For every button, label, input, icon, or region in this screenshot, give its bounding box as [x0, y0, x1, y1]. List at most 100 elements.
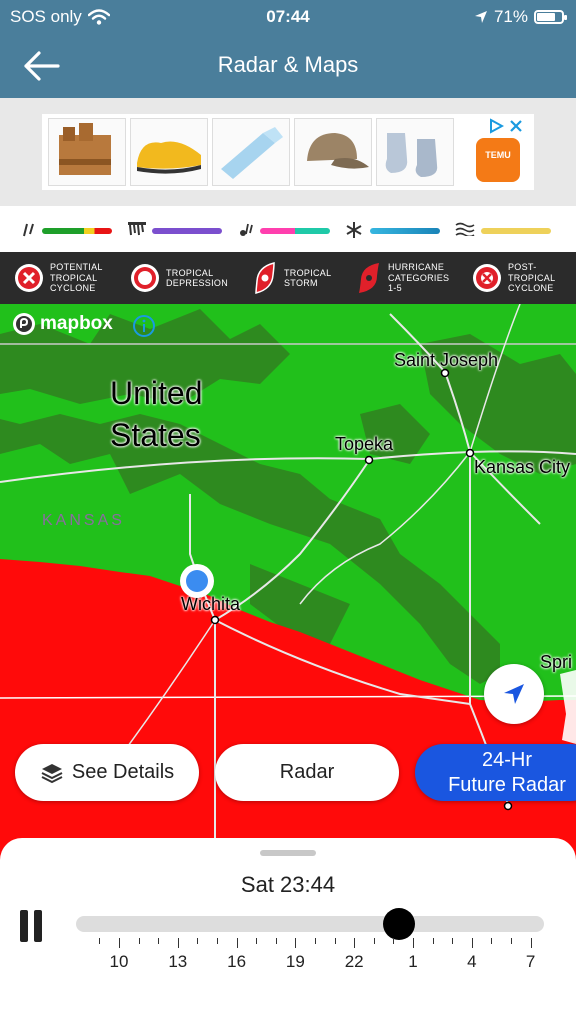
- ad-controls[interactable]: [488, 118, 524, 138]
- mix-scale: [260, 228, 330, 234]
- sheet-handle[interactable]: [260, 850, 316, 856]
- battery-icon: [534, 10, 567, 24]
- post-tropical-cyclone-icon: [473, 264, 501, 292]
- timeline-hour-label: 22: [344, 952, 364, 971]
- ad-brand-logo[interactable]: TEMU: [476, 138, 520, 182]
- snow-scale: [370, 228, 440, 234]
- radar-button[interactable]: Radar: [215, 744, 399, 801]
- ad-content[interactable]: TEMU: [42, 114, 534, 190]
- timeline-tick: [354, 938, 356, 948]
- timeline-tick: [217, 938, 218, 944]
- ad-close-icon[interactable]: [508, 118, 524, 134]
- tropical-depression-icon: [131, 264, 159, 292]
- timeline-track[interactable]: [76, 916, 544, 932]
- timeline-tick: [315, 938, 316, 944]
- ad-product-socks[interactable]: [376, 118, 454, 186]
- current-time-label: Sat 23:44: [240, 872, 336, 897]
- state-label: KANSAS: [42, 512, 125, 529]
- navigation-arrow-icon: [504, 684, 524, 704]
- precip-legend: [0, 206, 576, 252]
- timeline-tick: [158, 938, 160, 944]
- timeline-tick: [99, 938, 101, 944]
- future-radar-line2: Future Radar: [448, 773, 566, 796]
- timeline-tick: [295, 938, 297, 948]
- timeline-sheet: Sat 23:44 10 13 16 19 22 1 4 7: [0, 838, 576, 1024]
- ad-product-shoe[interactable]: [130, 118, 208, 186]
- legend-label: HURRICANE CATEGORIES 1-5: [388, 262, 450, 294]
- timeline-hour-label: 4: [467, 952, 477, 971]
- rain-icon: [23, 223, 34, 237]
- ad-product-cap[interactable]: [294, 118, 372, 186]
- battery-percent: 71%: [493, 7, 528, 26]
- legend-label: POST-TROPICAL CYCLONE: [508, 262, 556, 294]
- radar-label: Radar: [279, 761, 335, 783]
- timeline-thumb[interactable]: [382, 908, 415, 940]
- timeline-tick: [432, 938, 434, 944]
- timeline-tick: [413, 938, 414, 948]
- timeline-tick: [373, 938, 375, 944]
- city-topeka: Topeka: [335, 434, 394, 454]
- layers-icon: [41, 763, 63, 783]
- city-saint-joseph: Saint Joseph: [394, 350, 499, 370]
- legend-tropical-depression: TROPICAL DEPRESSION: [130, 252, 230, 304]
- timeline-tick: [530, 938, 532, 948]
- timeline-tick: [511, 938, 512, 944]
- legend-hurricane: HURRICANE CATEGORIES 1-5: [356, 252, 458, 304]
- mapbox-logo-icon: [13, 313, 35, 335]
- future-radar-line1: 24-Hr: [481, 748, 532, 771]
- ad-product-organizer[interactable]: [48, 118, 126, 186]
- nav-bar: Radar & Maps: [0, 34, 576, 98]
- legend-potential-cyclone: POTENTIAL TROPICAL CYCLONE: [14, 252, 110, 304]
- ice-scale: [152, 228, 222, 234]
- timeline-hour-label: 19: [285, 952, 305, 971]
- ad-brand-text: TEMU: [485, 150, 511, 160]
- timeline-tick: [177, 938, 179, 948]
- timeline-ticks: [76, 938, 544, 950]
- user-location-marker: [180, 564, 214, 598]
- legend-label: TROPICAL DEPRESSION: [166, 267, 229, 288]
- timeline-hour-label: 7: [525, 952, 536, 971]
- fog-icon: [455, 222, 475, 236]
- timeline-hour-label: 13: [168, 952, 188, 971]
- legend-label: POTENTIAL TROPICAL CYCLONE: [50, 262, 103, 294]
- timeline-tick: [138, 938, 140, 944]
- mapbox-text: mapbox: [40, 313, 113, 334]
- see-details-label: See Details: [71, 761, 175, 783]
- timeline-tick: [197, 938, 199, 944]
- legend-post-tropical: POST-TROPICAL CYCLONE: [472, 252, 568, 304]
- timeline-tick: [471, 938, 473, 948]
- mapbox-attribution[interactable]: mapbox: [12, 312, 113, 336]
- timeline-tick: [236, 938, 238, 948]
- potential-cyclone-icon: [15, 264, 43, 292]
- timeline-tick: [452, 938, 454, 944]
- info-icon[interactable]: [132, 314, 156, 338]
- timeline-hour-label: 1: [408, 952, 418, 971]
- country-label: United States: [110, 375, 203, 453]
- timeline-hour-label: 10: [109, 952, 129, 971]
- rain-scale: [42, 228, 112, 234]
- locate-button[interactable]: [484, 664, 544, 724]
- status-bar: SOS only 07:44 71%: [0, 0, 576, 34]
- snow-icon: [346, 222, 362, 238]
- timeline-tick: [393, 938, 395, 944]
- timeline-tick: [256, 938, 258, 944]
- hurricane-icon: [359, 263, 379, 293]
- ad-choices-icon[interactable]: [488, 118, 505, 134]
- city-springfield: Spri: [540, 652, 573, 672]
- timeline-tick: [275, 938, 277, 944]
- legend-tropical-storm: TROPICAL STORM: [252, 252, 340, 304]
- tropical-storm-icon: [255, 262, 275, 294]
- ad-product-sleeve[interactable]: [212, 118, 290, 186]
- pause-button[interactable]: [20, 910, 46, 942]
- timeline-hour-label: 16: [227, 952, 247, 971]
- timeline-tick: [119, 938, 120, 948]
- timeline-tick: [491, 938, 493, 944]
- city-kansas-city: Kansas City: [474, 457, 571, 477]
- mix-icon: [240, 223, 253, 236]
- see-details-button[interactable]: See Details: [15, 744, 199, 801]
- timeline-tick: [334, 938, 336, 944]
- fog-scale: [481, 228, 551, 234]
- location-arrow-icon: [474, 11, 487, 23]
- ice-icon: [128, 222, 146, 236]
- future-radar-button[interactable]: 24-Hr Future Radar: [415, 744, 576, 801]
